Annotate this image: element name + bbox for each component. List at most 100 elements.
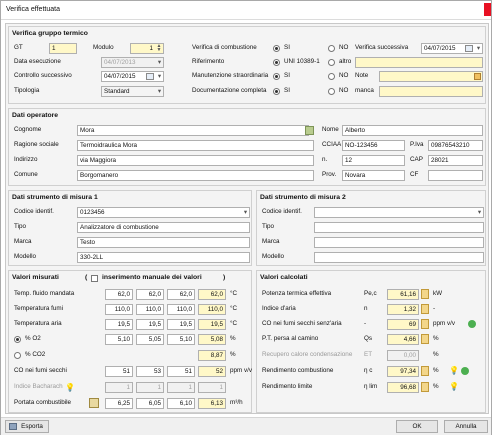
- strumento2-tipo-label: Tipo: [262, 223, 275, 230]
- misurati-unit: °C: [230, 305, 238, 312]
- misurati-value-2[interactable]: 19,5: [136, 319, 164, 330]
- annulla-button[interactable]: Annulla: [444, 420, 488, 433]
- calculator-icon[interactable]: [421, 334, 429, 344]
- note-label: Note: [355, 72, 369, 79]
- misurati-value-3[interactable]: 51: [167, 366, 195, 377]
- documentazione-si-radio[interactable]: [273, 88, 280, 95]
- indirizzo-field[interactable]: via Maggiora: [77, 155, 314, 166]
- n-value: 12: [345, 157, 353, 164]
- misurati-value-1[interactable]: 19,5: [105, 319, 133, 330]
- calendar-icon[interactable]: [146, 73, 154, 80]
- misurati-average: 52: [198, 366, 226, 377]
- misurati-value-2: 1: [136, 382, 164, 393]
- misurati-value-2[interactable]: 110,0: [136, 304, 164, 315]
- data-esecuzione-value: 04/07/2013: [104, 59, 136, 66]
- misurati-value-2[interactable]: 62,0: [136, 289, 164, 300]
- prov-value: Novara: [345, 172, 366, 179]
- manutenzione-si-radio[interactable]: [273, 73, 280, 80]
- misurati-value-3[interactable]: 110,0: [167, 304, 195, 315]
- misurati-value-1[interactable]: 110,0: [105, 304, 133, 315]
- cap-field[interactable]: 28021: [428, 155, 483, 166]
- strumento1-modello-field[interactable]: 330-2LL: [77, 252, 250, 263]
- manca-field[interactable]: [379, 86, 483, 97]
- modulo-field[interactable]: 1 ▲ ▼: [130, 43, 164, 54]
- pump-icon[interactable]: [89, 398, 99, 408]
- misurati-value-3[interactable]: 5,10: [167, 334, 195, 345]
- misurati-value-3[interactable]: 6,10: [167, 398, 195, 409]
- documentazione-no-radio[interactable]: [328, 88, 335, 95]
- calculator-icon[interactable]: [421, 289, 429, 299]
- misurati-value-1[interactable]: 51: [105, 366, 133, 377]
- misurati-value-1[interactable]: 5,10: [105, 334, 133, 345]
- controllo-successivo-datepicker[interactable]: 04/07/2015: [101, 71, 164, 82]
- misurati-average: 5,08: [198, 334, 226, 345]
- calcolati-value: 97,34: [387, 366, 419, 377]
- misurati-value-2[interactable]: 6,05: [136, 398, 164, 409]
- cciaa-field[interactable]: NO-123456: [342, 140, 405, 151]
- spinner-icon[interactable]: ▲ ▼: [156, 44, 162, 52]
- cognome-field[interactable]: Mora: [77, 125, 309, 136]
- manutenzione-no-radio[interactable]: [328, 73, 335, 80]
- comune-field[interactable]: Borgomanero: [77, 170, 314, 181]
- controllo-successivo-label: Controllo successivo: [14, 72, 72, 79]
- verifica-successiva-datepicker[interactable]: 04/07/2015: [421, 43, 483, 54]
- calculator-icon[interactable]: [421, 319, 429, 329]
- calendar-icon[interactable]: [465, 45, 473, 52]
- calcolati-value: 1,32: [387, 304, 419, 315]
- riferimento-altro-radio[interactable]: [328, 59, 335, 66]
- note-field[interactable]: [379, 71, 483, 82]
- tipologia-select[interactable]: Standard: [101, 86, 164, 97]
- riferimento-uni-radio[interactable]: [273, 59, 280, 66]
- misurati-row-label: CO nei fumi secchi: [14, 367, 67, 374]
- calculator-icon[interactable]: [421, 366, 429, 376]
- prov-field[interactable]: Novara: [342, 170, 405, 181]
- misurati-value-2[interactable]: 5,05: [136, 334, 164, 345]
- strumento1-marca-value: Testo: [80, 239, 96, 246]
- combustione-si-radio[interactable]: [273, 45, 280, 52]
- piva-field[interactable]: 09876543210: [428, 140, 483, 151]
- misurati-value-2[interactable]: 53: [136, 366, 164, 377]
- strumento2-modello-field[interactable]: [314, 252, 484, 263]
- lookup-icon[interactable]: [305, 126, 314, 135]
- o2-mode-radio[interactable]: [14, 336, 21, 343]
- misurati-average: 1: [198, 382, 226, 393]
- calcolati-title: Valori calcolati: [260, 274, 308, 281]
- calculator-icon[interactable]: [421, 304, 429, 314]
- strumento2-codice-select[interactable]: [314, 207, 484, 218]
- nome-field[interactable]: Alberto: [342, 125, 483, 136]
- n-field[interactable]: 12: [342, 155, 405, 166]
- misurati-value-3[interactable]: 62,0: [167, 289, 195, 300]
- calcolati-row-label: Rendimento limite: [262, 383, 313, 390]
- manual-values-checkbox[interactable]: [91, 275, 98, 282]
- calcolati-row-label: Potenza termica effettiva: [262, 290, 332, 297]
- lightbulb-icon[interactable]: 💡: [449, 366, 459, 375]
- close-icon[interactable]: [484, 3, 491, 16]
- lightbulb-icon[interactable]: 💡: [449, 382, 459, 391]
- calcolati-symbol: n: [364, 305, 368, 312]
- strumento2-marca-field[interactable]: [314, 237, 484, 248]
- title-bar: Verifica effettuata: [1, 1, 491, 20]
- nome-value: Alberto: [345, 127, 365, 134]
- strumento1-tipo-field[interactable]: Analizzatore di combustione: [77, 222, 250, 233]
- gt-field[interactable]: 1: [49, 43, 77, 54]
- combustione-no-radio[interactable]: [328, 45, 335, 52]
- strumento2-tipo-field[interactable]: [314, 222, 484, 233]
- misurati-value-1[interactable]: 6,25: [105, 398, 133, 409]
- misurati-section: Valori misurati ( inserimento manuale de…: [8, 270, 252, 413]
- co2-mode-radio[interactable]: [14, 352, 21, 359]
- lightbulb-icon[interactable]: 💡: [65, 383, 75, 392]
- misurati-value-3[interactable]: 19,5: [167, 319, 195, 330]
- ok-button[interactable]: OK: [396, 420, 438, 433]
- cf-field[interactable]: [428, 170, 483, 181]
- calculator-icon[interactable]: [421, 382, 429, 392]
- strumento1-marca-field[interactable]: Testo: [77, 237, 250, 248]
- manual-values-label: inserimento manuale dei valori: [102, 274, 202, 281]
- misurati-value-1[interactable]: 62,0: [105, 289, 133, 300]
- nome-label: Nome: [322, 126, 339, 133]
- strumento1-codice-select[interactable]: 0123456: [77, 207, 250, 218]
- riferimento-altro-field[interactable]: [355, 57, 483, 68]
- esporta-button[interactable]: Esporta: [5, 420, 49, 433]
- ragione-field[interactable]: Termoidraulica Mora: [77, 140, 314, 151]
- note-edit-icon[interactable]: [474, 73, 481, 80]
- calcolati-unit: %: [433, 335, 439, 342]
